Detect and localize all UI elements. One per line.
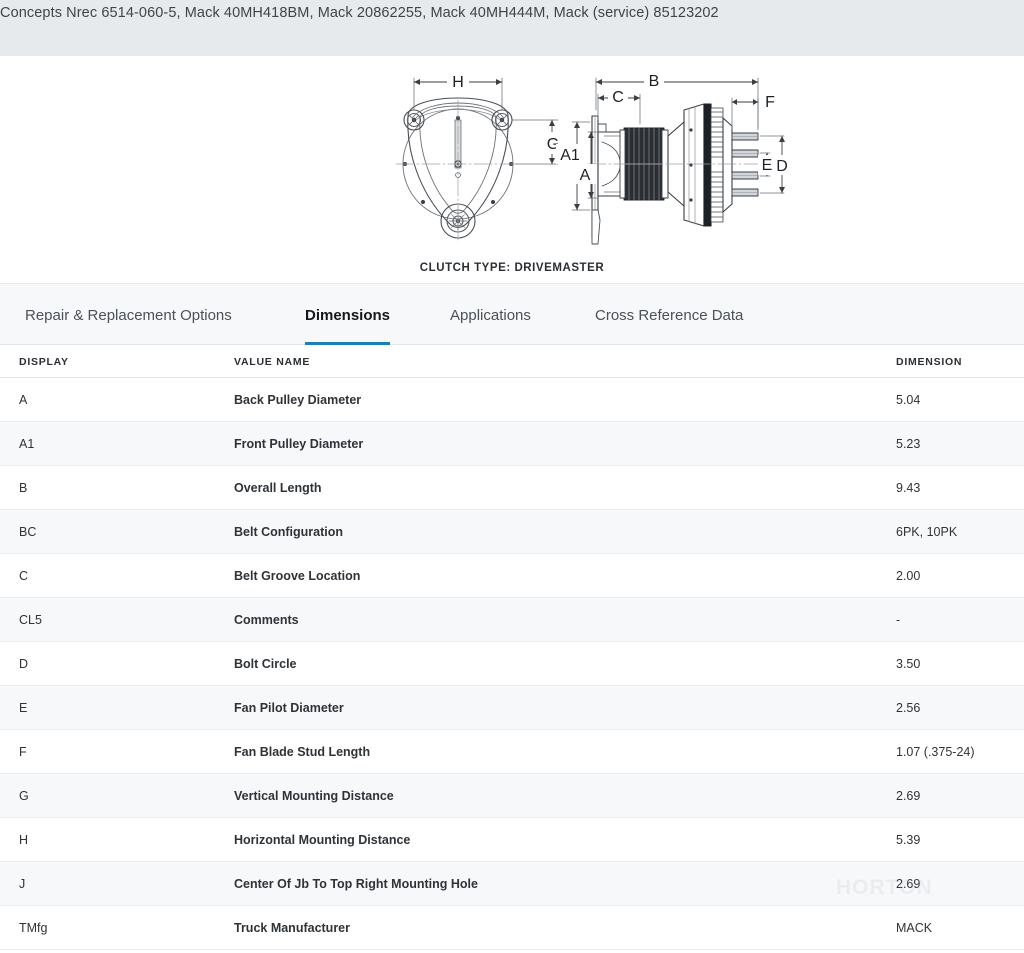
table-row: A1 Front Pulley Diameter 5.23	[0, 422, 1024, 466]
cell-display: H	[19, 818, 28, 862]
table-row: D Bolt Circle 3.50	[0, 642, 1024, 686]
cell-dimension: 2.69	[896, 774, 920, 818]
cell-value-name: Comments	[234, 598, 299, 642]
tab-cross-reference-data[interactable]: Cross Reference Data	[595, 284, 743, 346]
tab-repair-replacement-options[interactable]: Repair & Replacement Options	[25, 284, 232, 346]
cell-display: A1	[19, 422, 34, 466]
column-header-value-name: VALUE NAME	[234, 356, 310, 368]
tab-dimensions[interactable]: Dimensions	[305, 284, 390, 346]
cell-dimension: 2.56	[896, 686, 920, 730]
cell-dimension: 2.00	[896, 554, 920, 598]
svg-text:B: B	[649, 73, 660, 90]
cell-display: BC	[19, 510, 36, 554]
svg-text:D: D	[776, 158, 788, 175]
cell-display: G	[19, 774, 29, 818]
table-row: TMfg Truck Manufacturer MACK	[0, 906, 1024, 950]
svg-text:C: C	[612, 89, 624, 106]
cell-value-name: Horizontal Mounting Distance	[234, 818, 410, 862]
detail-tabbar: Repair & Replacement Options Dimensions …	[0, 283, 1024, 345]
svg-text:A: A	[580, 167, 591, 184]
dimensions-table: DISPLAY VALUE NAME DIMENSION A Back Pull…	[0, 345, 1024, 950]
cell-value-name: Front Pulley Diameter	[234, 422, 363, 466]
cell-dimension: 1.07 (.375-24)	[896, 730, 975, 774]
table-row: E Fan Pilot Diameter 2.56	[0, 686, 1024, 730]
tab-label: Repair & Replacement Options	[25, 307, 232, 324]
cell-display: D	[19, 642, 28, 686]
cell-dimension: 5.23	[896, 422, 920, 466]
cell-display: J	[19, 862, 25, 906]
side-section-view: B C A1	[556, 71, 792, 244]
clutch-engineering-drawing: H G	[392, 60, 792, 260]
cell-value-name: Fan Blade Stud Length	[234, 730, 370, 774]
cell-display: A	[19, 378, 27, 422]
tab-applications[interactable]: Applications	[450, 284, 531, 346]
cell-dimension: 5.39	[896, 818, 920, 862]
cell-display: CL5	[19, 598, 42, 642]
column-header-dimension: DIMENSION	[896, 356, 962, 368]
table-row: G Vertical Mounting Distance 2.69	[0, 774, 1024, 818]
table-header-row: DISPLAY VALUE NAME DIMENSION	[0, 345, 1024, 378]
cell-dimension: 6PK, 10PK	[896, 510, 957, 554]
column-header-display: DISPLAY	[19, 356, 69, 368]
cell-value-name: Belt Groove Location	[234, 554, 360, 598]
front-view-bracket: H G	[396, 72, 564, 240]
cell-dimension: 5.04	[896, 378, 920, 422]
cell-value-name: Back Pulley Diameter	[234, 378, 361, 422]
cell-dimension: 9.43	[896, 466, 920, 510]
cell-value-name: Truck Manufacturer	[234, 906, 350, 950]
table-row: CL5 Comments -	[0, 598, 1024, 642]
cell-display: TMfg	[19, 906, 47, 950]
cell-dimension: 3.50	[896, 642, 920, 686]
cell-dimension: 2.69	[896, 862, 920, 906]
cell-value-name: Belt Configuration	[234, 510, 343, 554]
cell-display: B	[19, 466, 27, 510]
cell-display: E	[19, 686, 27, 730]
table-row: H Horizontal Mounting Distance 5.39	[0, 818, 1024, 862]
table-row: C Belt Groove Location 2.00	[0, 554, 1024, 598]
svg-text:E: E	[762, 157, 773, 174]
clutch-type-caption: CLUTCH TYPE: DRIVEMASTER	[0, 262, 1024, 274]
tab-label: Dimensions	[305, 307, 390, 324]
cell-value-name: Bolt Circle	[234, 642, 297, 686]
svg-text:F: F	[765, 94, 775, 111]
svg-text:H: H	[452, 74, 464, 91]
table-row: F Fan Blade Stud Length 1.07 (.375-24)	[0, 730, 1024, 774]
tab-label: Applications	[450, 307, 531, 324]
cell-dimension: MACK	[896, 906, 932, 950]
svg-text:A1: A1	[560, 147, 580, 164]
product-drawing-region: H G	[0, 56, 1024, 283]
table-row: B Overall Length 9.43	[0, 466, 1024, 510]
cell-value-name: Center Of Jb To Top Right Mounting Hole	[234, 862, 478, 906]
cell-value-name: Vertical Mounting Distance	[234, 774, 394, 818]
page-header-band: Concepts Nrec 6514-060-5, Mack 40MH418BM…	[0, 0, 1024, 56]
cell-value-name: Overall Length	[234, 466, 322, 510]
cell-display: C	[19, 554, 28, 598]
cell-dimension: -	[896, 598, 900, 642]
table-row: BC Belt Configuration 6PK, 10PK	[0, 510, 1024, 554]
cell-display: F	[19, 730, 27, 774]
cell-value-name: Fan Pilot Diameter	[234, 686, 344, 730]
table-row: A Back Pulley Diameter 5.04	[0, 378, 1024, 422]
page-title: Concepts Nrec 6514-060-5, Mack 40MH418BM…	[0, 5, 719, 21]
table-row: J Center Of Jb To Top Right Mounting Hol…	[0, 862, 1024, 906]
product-detail-page: Concepts Nrec 6514-060-5, Mack 40MH418BM…	[0, 0, 1024, 953]
tab-label: Cross Reference Data	[595, 307, 743, 324]
